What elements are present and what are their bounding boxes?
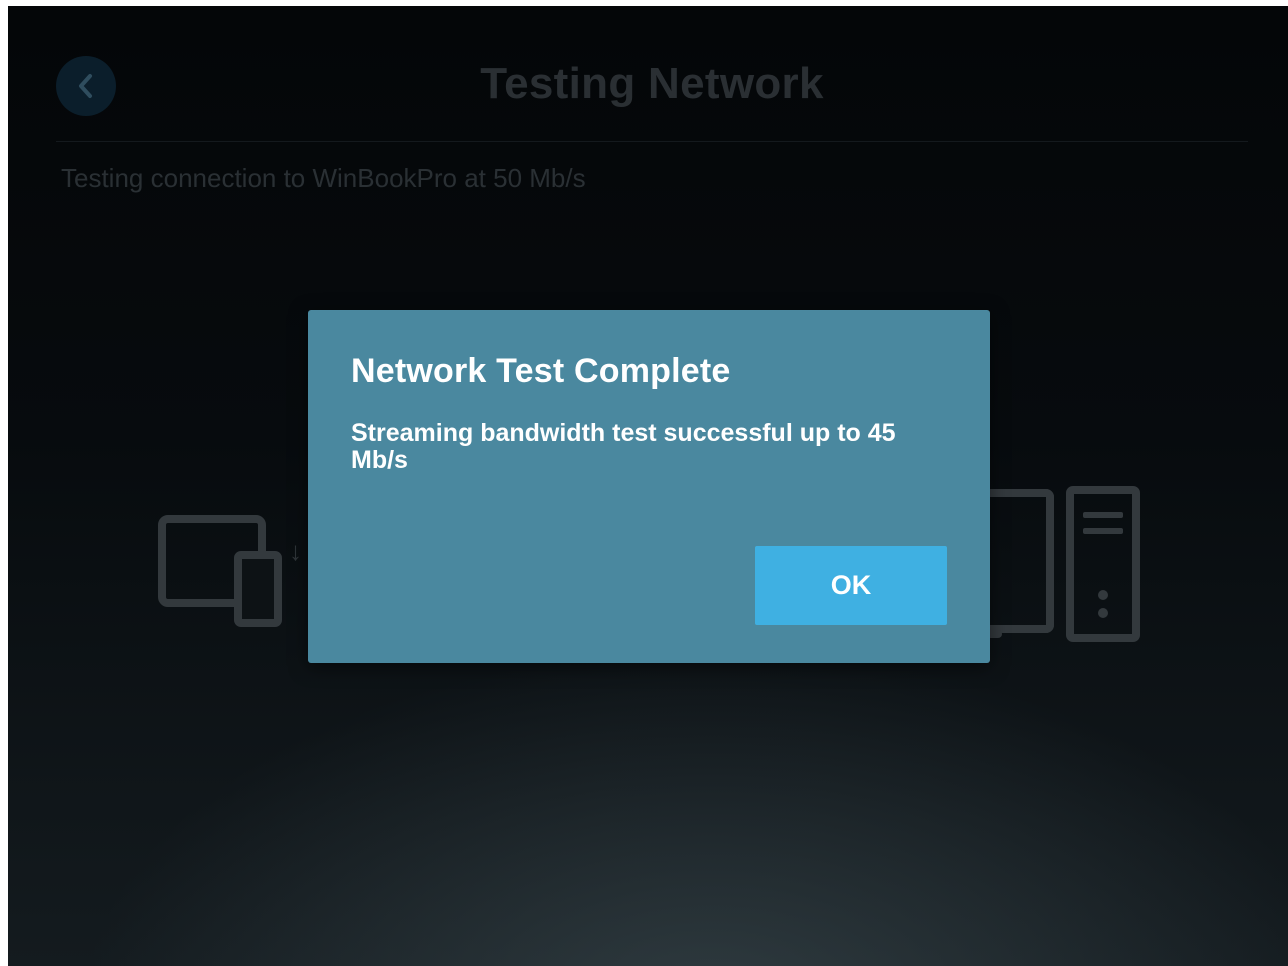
app-screen: Testing Network Testing connection to Wi… bbox=[8, 6, 1288, 966]
network-test-dialog: Network Test Complete Streaming bandwidt… bbox=[308, 310, 990, 663]
header-divider bbox=[56, 141, 1248, 142]
tower-light bbox=[1098, 590, 1108, 600]
phone-outline bbox=[234, 551, 282, 627]
tower-slot bbox=[1083, 512, 1123, 518]
dialog-message: Streaming bandwidth test successful up t… bbox=[351, 419, 896, 474]
arrow-down-icon: ↓ bbox=[289, 536, 302, 566]
tower-light bbox=[1098, 608, 1108, 618]
header: Testing Network bbox=[8, 6, 1288, 146]
page-title: Testing Network bbox=[480, 59, 824, 108]
ok-button[interactable]: OK bbox=[755, 546, 947, 625]
dialog-title: Network Test Complete bbox=[351, 352, 731, 390]
tower-outline bbox=[1066, 486, 1140, 642]
tower-slot bbox=[1083, 528, 1123, 534]
status-subtitle: Testing connection to WinBookPro at 50 M… bbox=[61, 163, 586, 193]
